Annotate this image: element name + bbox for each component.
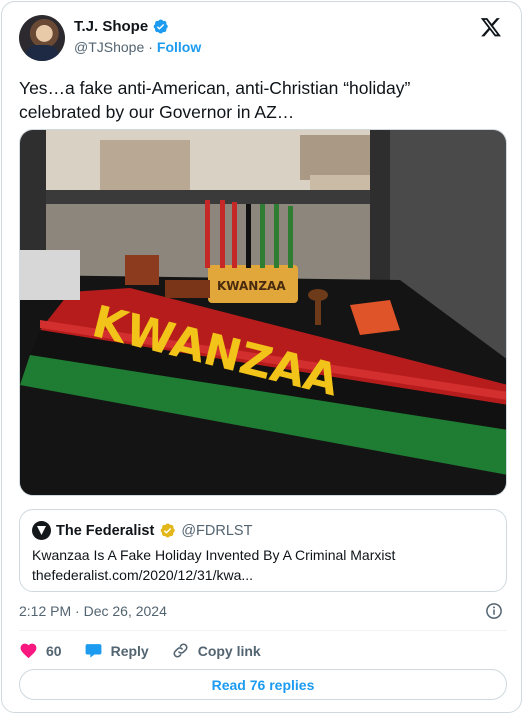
author-handle[interactable]: @TJShope <box>74 39 144 55</box>
quoted-link[interactable]: thefederalist.com/2020/12/31/kwa... <box>32 567 253 583</box>
reply-button[interactable]: Reply <box>84 641 149 660</box>
heart-icon <box>20 643 37 659</box>
like-count: 60 <box>46 642 62 659</box>
photo-kinara-text: KWANZAA <box>217 279 286 293</box>
follow-button[interactable]: Follow <box>157 39 201 55</box>
reply-label: Reply <box>110 642 149 659</box>
handle-row: @TJShope · Follow <box>74 39 201 55</box>
reply-bubble-icon <box>85 644 101 658</box>
x-logo-icon[interactable] <box>480 16 502 38</box>
divider <box>19 630 507 631</box>
federalist-logo-icon <box>32 521 51 540</box>
link-icon <box>173 643 188 658</box>
like-button[interactable]: 60 <box>19 641 62 660</box>
info-icon[interactable] <box>485 602 503 620</box>
quoted-title: Kwanzaa Is A Fake Holiday Invented By A … <box>32 547 396 563</box>
read-replies-button[interactable]: Read 76 replies <box>19 669 507 700</box>
copy-link-button[interactable]: Copy link <box>171 641 261 660</box>
quoted-author-name: The Federalist <box>56 522 155 539</box>
separator-dot: · <box>148 39 153 55</box>
author-name-row: T.J. Shope <box>74 18 169 35</box>
copy-link-label: Copy link <box>197 642 261 659</box>
quoted-tweet[interactable]: The Federalist @FDRLST Kwanzaa Is A Fake… <box>19 509 507 592</box>
tweet-photo[interactable]: KWANZAA KWANZAA <box>19 129 507 496</box>
tweet-text: Yes…a fake anti-American, anti-Christian… <box>19 78 411 122</box>
photo-illustration: KWANZAA KWANZAA <box>20 130 506 495</box>
avatar[interactable] <box>19 15 65 61</box>
timestamp[interactable]: 2:12 PM · Dec 26, 2024 <box>19 603 167 619</box>
verified-badge-icon <box>153 19 168 34</box>
action-bar: 60 Reply Copy link <box>19 641 283 660</box>
verified-gold-badge-icon <box>161 523 176 538</box>
tweet-card: T.J. Shope @TJShope · Follow Yes…a fake … <box>1 1 522 713</box>
quoted-header: The Federalist @FDRLST <box>32 521 252 540</box>
author-name[interactable]: T.J. Shope <box>74 18 148 35</box>
quoted-author-handle: @FDRLST <box>181 522 253 539</box>
